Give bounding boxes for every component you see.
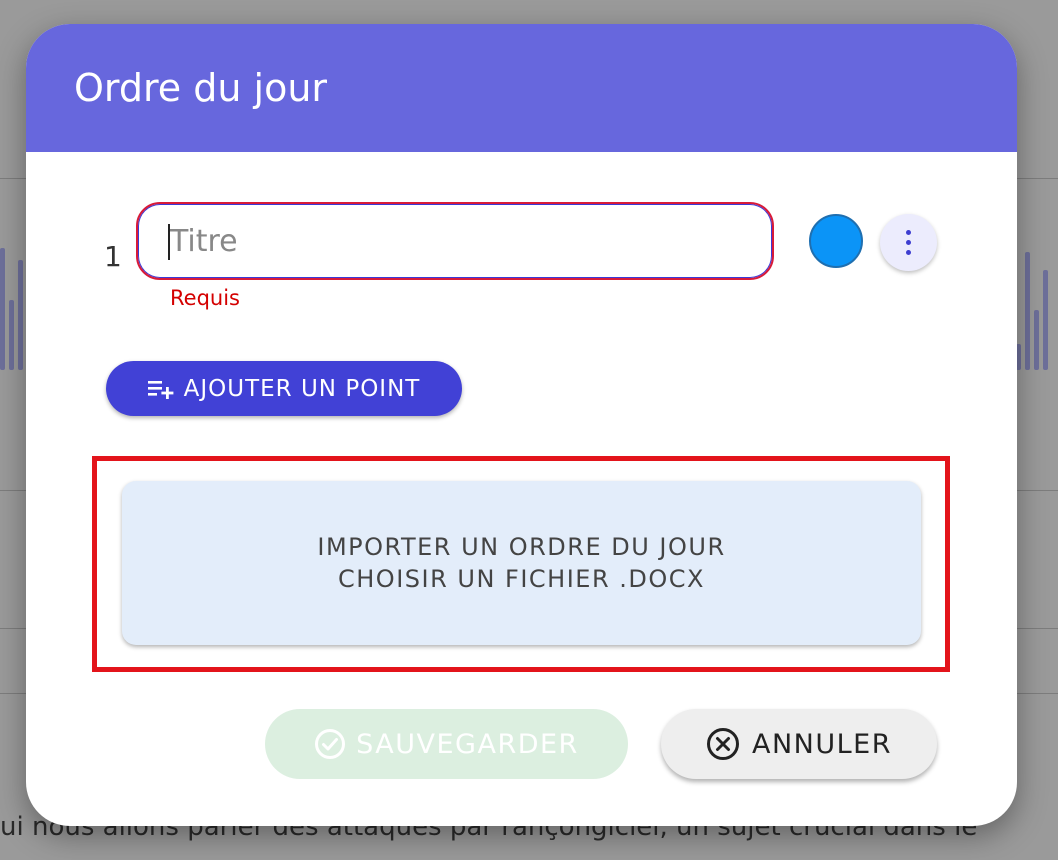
import-docx-dropzone[interactable]: IMPORTER UN ORDRE DU JOUR CHOISIR UN FIC… <box>122 481 921 645</box>
check-circle-icon <box>314 728 346 760</box>
dialog-header: Ordre du jour <box>26 24 1017 152</box>
item-number: 1 <box>104 240 122 273</box>
import-zone-title: IMPORTER UN ORDRE DU JOUR <box>317 533 726 561</box>
title-input[interactable] <box>168 222 732 260</box>
dialog-title: Ordre du jour <box>74 66 328 110</box>
more-vert-icon <box>906 230 911 255</box>
add-point-label: AJOUTER UN POINT <box>183 375 421 402</box>
background-waveform-right <box>1016 248 1048 370</box>
required-error-text: Requis <box>170 286 240 310</box>
save-button[interactable]: SAUVEGARDER <box>265 709 628 779</box>
cancel-label: ANNULER <box>752 728 892 760</box>
add-point-button[interactable]: AJOUTER UN POINT <box>106 361 462 416</box>
agenda-item-row: 1 Requis <box>26 202 1017 310</box>
save-label: SAUVEGARDER <box>356 728 579 760</box>
more-options-button[interactable] <box>880 214 937 271</box>
playlist-add-icon <box>147 379 174 399</box>
text-caret <box>168 224 170 260</box>
title-field[interactable] <box>136 202 774 280</box>
agenda-dialog: Ordre du jour 1 Requis AJOUTER UN POINT <box>26 24 1017 826</box>
color-picker-button[interactable] <box>809 214 863 268</box>
cancel-button[interactable]: ANNULER <box>661 709 937 779</box>
import-zone-subtitle: CHOISIR UN FICHIER .DOCX <box>338 565 705 593</box>
cancel-circle-icon <box>706 727 740 761</box>
